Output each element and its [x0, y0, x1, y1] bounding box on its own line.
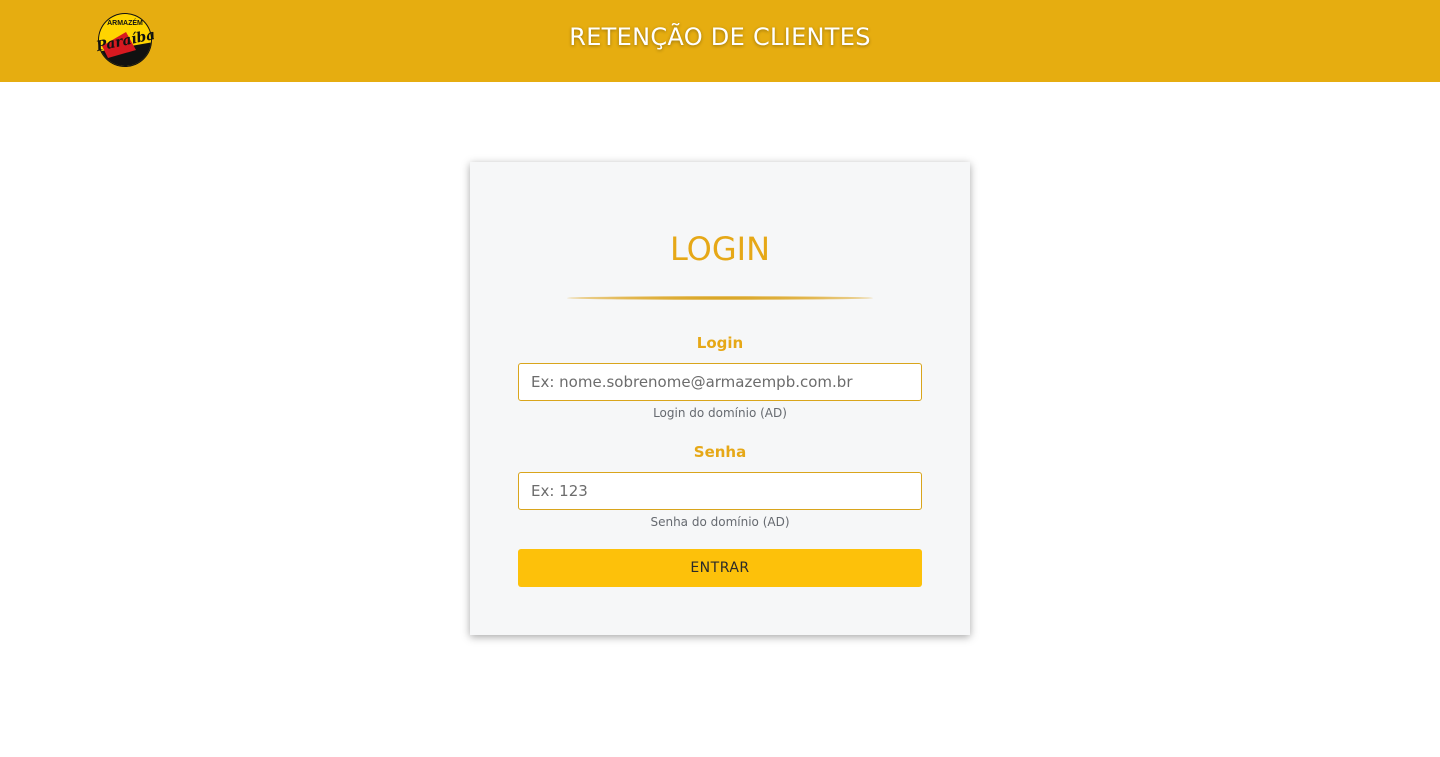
login-label: Login: [696, 334, 744, 352]
app-title: RETENÇÃO DE CLIENTES: [569, 23, 871, 51]
login-submit-button[interactable]: ENTRAR: [518, 549, 922, 587]
title-divider: [567, 296, 873, 300]
top-bar: ARMAZÉM Paraíba RETENÇÃO DE CLIENTES: [0, 0, 1440, 82]
password-input[interactable]: [518, 472, 922, 510]
password-hint: Senha do domínio (AD): [650, 515, 790, 529]
login-title: LOGIN: [669, 230, 771, 268]
login-card: LOGIN Login Login do domínio (AD) Senha …: [470, 162, 970, 635]
login-hint: Login do domínio (AD): [653, 406, 787, 420]
password-label: Senha: [693, 443, 747, 461]
login-input[interactable]: [518, 363, 922, 401]
